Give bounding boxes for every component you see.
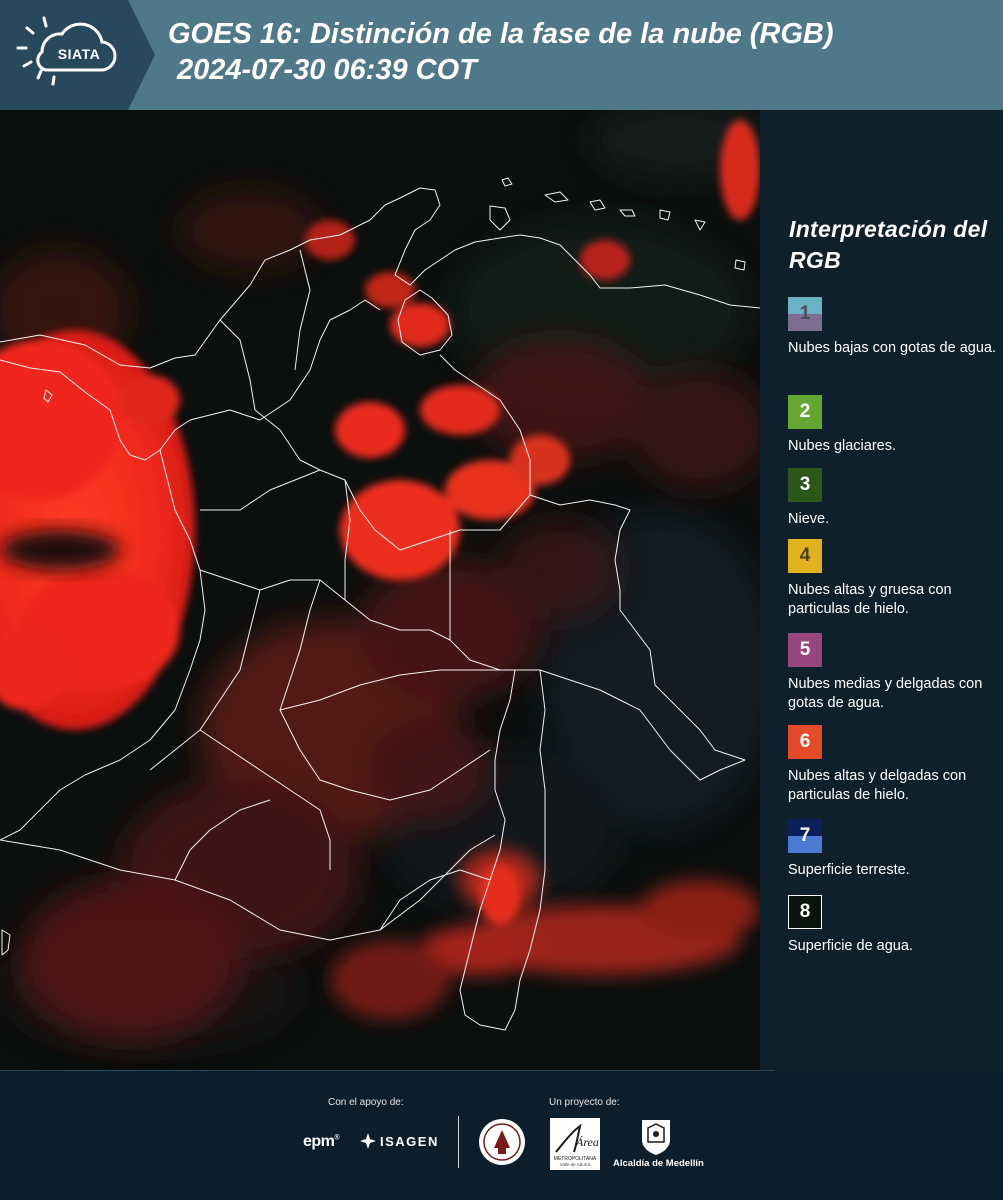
legend-item-5: 5 Nubes medias y delgadas con gotas de a… bbox=[788, 633, 998, 713]
legend-title: Interpretación del RGB bbox=[789, 216, 988, 273]
legend-swatch-4: 4 bbox=[788, 539, 822, 573]
legend-number-7: 7 bbox=[799, 825, 811, 846]
legend-number-2: 2 bbox=[799, 401, 811, 422]
logo-label: SIATA bbox=[57, 46, 101, 62]
legend-number-3: 3 bbox=[799, 474, 811, 495]
alcaldia-label: Alcaldía de Medellín bbox=[613, 1158, 704, 1169]
area-metropolitana-logo: Área METROPOLITANA Valle de Aburrá bbox=[550, 1118, 600, 1170]
footer-divider bbox=[0, 1070, 775, 1071]
legend-item-6: 6 Nubes altas y delgadas con particulas … bbox=[788, 725, 998, 805]
isagen-logo: ISAGEN bbox=[360, 1133, 439, 1149]
legend-label-4: Nubes altas y gruesa con particulas de h… bbox=[788, 582, 952, 617]
legend-item-3: 3 Nieve. bbox=[788, 468, 998, 529]
legend-label-7: Superficie terreste. bbox=[788, 862, 910, 878]
legend-label-8: Superficie de agua. bbox=[788, 938, 913, 954]
page-title: GOES 16: Distinción de la fase de la nub… bbox=[168, 16, 834, 88]
legend-number-5: 5 bbox=[799, 639, 811, 660]
legend-label-1: Nubes bajas con gotas de agua. bbox=[788, 340, 996, 356]
legend-swatch-8: 8 bbox=[788, 895, 822, 929]
legend-label-3: Nieve. bbox=[788, 511, 830, 527]
satellite-rgb-image bbox=[0, 110, 760, 1070]
legend-swatch-1: 1 bbox=[788, 297, 822, 331]
legend-label-5: Nubes medias y delgadas con gotas de agu… bbox=[788, 676, 983, 711]
legend-panel: Interpretación del RGB 1 Nubes bajas con… bbox=[760, 110, 1003, 1070]
legend-number-6: 6 bbox=[799, 731, 811, 752]
legend-item-2: 2 Nubes glaciares. bbox=[788, 395, 998, 456]
footer-separator bbox=[458, 1116, 459, 1168]
epm-logo-text: epm bbox=[303, 1133, 335, 1150]
legend-label-2: Nubes glaciares. bbox=[788, 438, 896, 454]
epm-logo: epm® bbox=[303, 1133, 340, 1150]
footer: Con el apoyo de: Un proyecto de: epm® IS… bbox=[0, 1070, 1003, 1200]
support-label: Con el apoyo de: bbox=[328, 1097, 404, 1108]
svg-text:Área: Área bbox=[575, 1135, 599, 1149]
project-label: Un proyecto de: bbox=[549, 1097, 620, 1108]
legend-item-7: 7 Superficie terreste. bbox=[788, 819, 998, 880]
title-timestamp: 2024-07-30 06:39 COT bbox=[177, 54, 477, 86]
university-seal-icon bbox=[479, 1119, 525, 1165]
alcaldia-shield-icon bbox=[642, 1120, 670, 1155]
title-product: GOES 16: Distinción de la fase de la nub… bbox=[168, 18, 834, 50]
satellite-map bbox=[0, 110, 760, 1070]
legend-swatch-7: 7 bbox=[788, 819, 822, 853]
legend-number-4: 4 bbox=[799, 545, 811, 566]
legend-item-1: 1 Nubes bajas con gotas de agua. bbox=[788, 297, 998, 358]
isagen-logo-text: ISAGEN bbox=[380, 1133, 439, 1149]
legend-number-1: 1 bbox=[799, 303, 811, 324]
legend-swatch-2: 2 bbox=[788, 395, 822, 429]
legend-swatch-3: 3 bbox=[788, 468, 822, 502]
svg-text:Valle de Aburrá: Valle de Aburrá bbox=[560, 1162, 591, 1167]
header-bar: SIATA GOES 16: Distinción de la fase de … bbox=[0, 0, 1003, 110]
legend-item-4: 4 Nubes altas y gruesa con particulas de… bbox=[788, 539, 998, 619]
legend-label-6: Nubes altas y delgadas con particulas de… bbox=[788, 768, 967, 803]
legend-swatch-6: 6 bbox=[788, 725, 822, 759]
legend-number-8: 8 bbox=[799, 901, 811, 922]
legend-item-8: 8 Superficie de agua. bbox=[788, 895, 998, 956]
siata-logo: SIATA bbox=[0, 0, 155, 110]
isagen-icon bbox=[360, 1133, 376, 1149]
legend-swatch-5: 5 bbox=[788, 633, 822, 667]
